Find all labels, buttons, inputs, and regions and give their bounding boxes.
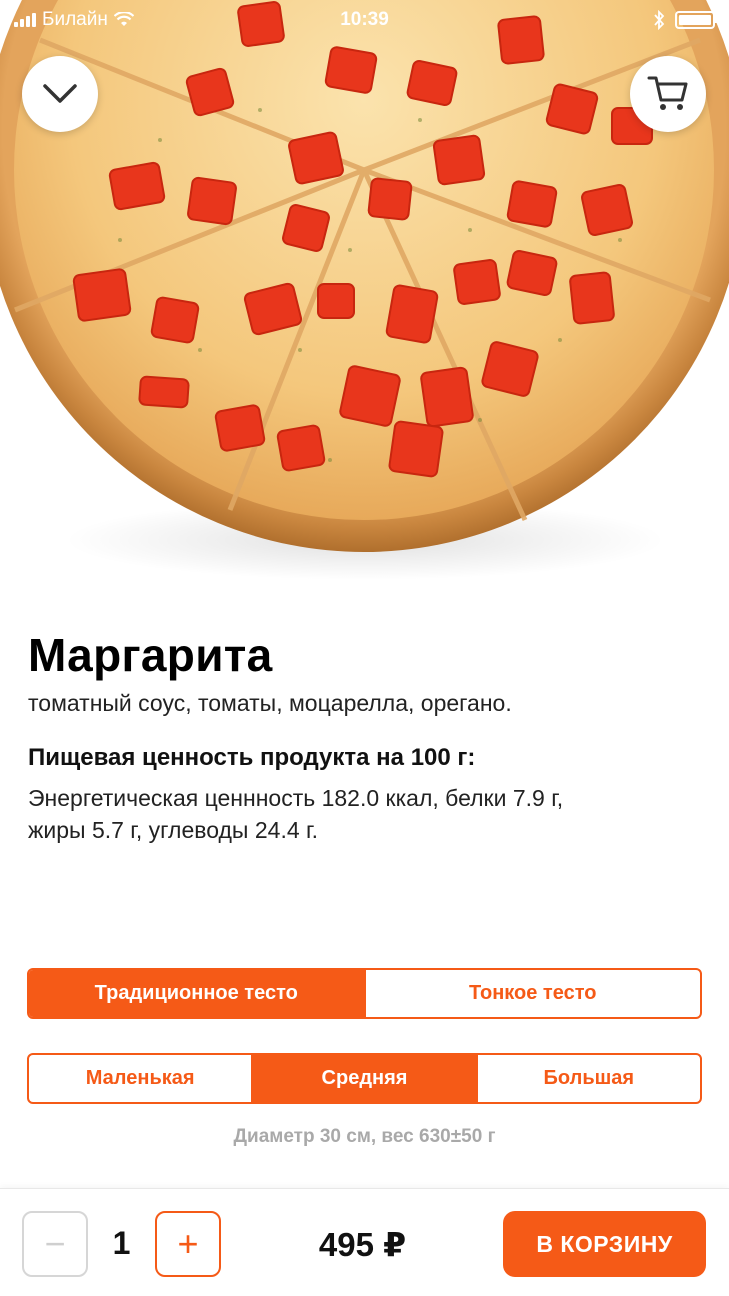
size-option-small[interactable]: Маленькая [29, 1055, 251, 1102]
carrier-name: Билайн [42, 9, 108, 30]
product-ingredients: томатный соус, томаты, моцарелла, ореган… [28, 690, 512, 716]
size-selector: Маленькая Средняя Большая [27, 1053, 702, 1104]
chevron-down-icon [43, 84, 77, 103]
cart-button[interactable] [630, 56, 706, 132]
bluetooth-icon [654, 10, 665, 30]
size-option-large[interactable]: Большая [475, 1055, 700, 1102]
increase-quantity-button[interactable]: + [155, 1211, 221, 1277]
nutrition-heading: Пищевая ценность продукта на 100 г: [28, 744, 476, 771]
collapse-button[interactable] [22, 56, 98, 132]
order-bar: − 1 + 495 ₽ В КОРЗИНУ [0, 1188, 729, 1296]
decrease-quantity-button[interactable]: − [22, 1211, 88, 1277]
status-left: Билайн [14, 9, 134, 31]
price: 495 ₽ [318, 1226, 407, 1263]
add-to-cart-button[interactable]: В КОРЗИНУ [503, 1211, 706, 1277]
wifi-icon [113, 12, 134, 26]
nutrition-line-2: жиры 5.7 г, углеводы 24.4 г. [28, 817, 318, 843]
dough-option-thin[interactable]: Тонкое тесто [363, 970, 701, 1017]
product-title: Маргарита [28, 629, 273, 681]
cart-icon [647, 76, 688, 110]
nutrition-line-1: Энергетическая ценнность 182.0 ккал, бел… [28, 785, 564, 811]
battery-icon [675, 11, 718, 29]
status-time: 10:39 [340, 9, 389, 30]
signal-icon [14, 13, 36, 27]
status-bar: Билайн 10:39 [0, 0, 729, 40]
dough-selector: Традиционное тесто Тонкое тесто [27, 968, 702, 1019]
size-option-medium[interactable]: Средняя [251, 1055, 476, 1102]
quantity-value: 1 [112, 1225, 131, 1261]
nutrition-text: Энергетическая ценнность 182.0 ккал, бел… [28, 782, 708, 846]
status-right [653, 10, 718, 30]
pizza-image [0, 0, 729, 590]
dough-option-traditional[interactable]: Традиционное тесто [29, 970, 364, 1017]
size-info: Диаметр 30 см, вес 630±50 г [233, 1126, 496, 1147]
pizza-illustration [0, 0, 729, 580]
